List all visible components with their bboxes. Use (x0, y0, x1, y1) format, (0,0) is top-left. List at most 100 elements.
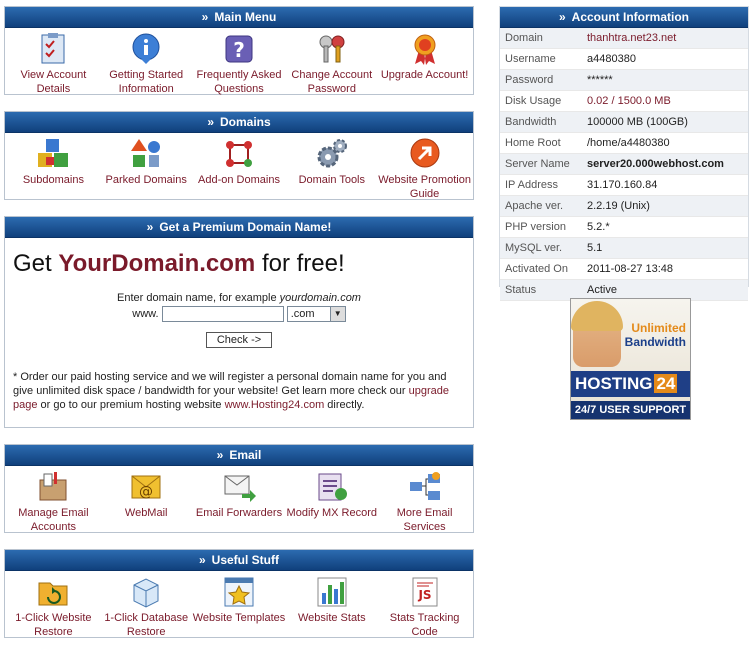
parked-domains-link[interactable]: Parked Domains (100, 137, 193, 201)
database-restore-link[interactable]: 1-Click Database Restore (100, 575, 193, 639)
account-value: 5.1 (587, 242, 603, 254)
manage-email-link[interactable]: Manage Email Accounts (7, 470, 100, 534)
bar-stats-icon (317, 577, 347, 607)
account-key: Server Name (505, 158, 570, 170)
template-star-icon (224, 577, 254, 607)
email-forwarders-link[interactable]: Email Forwarders (193, 470, 286, 534)
website-promotion-link[interactable]: Website Promotion Guide (378, 137, 471, 201)
question-icon: ? (225, 35, 253, 63)
account-row-php-version: PHP version 5.2.* (500, 217, 748, 238)
premium-headline: Get YourDomain.com for free! (13, 250, 345, 277)
ribbon-award-icon (414, 34, 436, 65)
website-stats-link[interactable]: Website Stats (285, 575, 378, 639)
account-row-mysql-ver: MySQL ver. 5.1 (500, 238, 748, 259)
addon-domains-link[interactable]: Add-on Domains (193, 137, 286, 201)
database-box-icon (133, 578, 159, 608)
premium-domain-header: » Get a Premium Domain Name! (5, 217, 473, 238)
email-header: » Email (5, 445, 473, 466)
keys-icon (319, 35, 345, 63)
account-value: 2.2.19 (Unix) (587, 200, 650, 212)
domain-tools-link[interactable]: Domain Tools (285, 137, 378, 201)
account-value: thanhtra.net23.net (587, 32, 677, 44)
website-templates-link[interactable]: Website Templates (193, 575, 286, 639)
account-value: Active (587, 284, 617, 296)
website-restore-link[interactable]: 1-Click Website Restore (7, 575, 100, 639)
account-value: ****** (587, 74, 613, 86)
at-envelope-icon: @ (131, 475, 161, 500)
js-code-icon: JS (412, 577, 438, 607)
tld-select[interactable]: .com ▼ (286, 306, 346, 323)
account-row-username: Username a4480380 (500, 49, 748, 70)
change-password-link[interactable]: Change Account Password (285, 32, 378, 96)
mail-services-icon (409, 472, 440, 500)
premium-domain-panel: » Get a Premium Domain Name! Get YourDoma… (4, 216, 474, 428)
arrow-circle-icon (410, 138, 440, 168)
main-menu-header: » Main Menu (5, 7, 473, 28)
account-key: Home Root (505, 137, 561, 149)
account-value: server20.000webhost.com (587, 158, 724, 170)
account-key: Activated On (505, 263, 568, 275)
account-value: 2011-08-27 13:48 (587, 263, 674, 275)
view-account-details-link[interactable]: View Account Details (7, 32, 100, 96)
check-button[interactable]: Check -> (205, 332, 273, 349)
getting-started-link[interactable]: Getting Started Information (100, 32, 193, 96)
webmail-link[interactable]: @ WebMail (100, 470, 193, 534)
account-key: Bandwidth (505, 116, 557, 128)
account-info-table: Domain thanhtra.net23.net Username a4480380… (500, 28, 748, 301)
account-row-apache-ver: Apache ver. 2.2.19 (Unix) (500, 196, 748, 217)
hosting24-banner[interactable]: Unlimited Bandwidth HOSTING 24 24/7 USER … (570, 298, 691, 420)
email-panel: » Email Manage Email Accounts @ WebMail E… (4, 444, 474, 533)
faq-link[interactable]: ? Frequently Asked Questions (193, 32, 286, 96)
domains-header: » Domains (5, 112, 473, 133)
account-row-ip-address: IP Address 31.170.160.84 (500, 175, 748, 196)
upgrade-account-link[interactable]: Upgrade Account! (378, 32, 471, 96)
account-row-disk-usage: Disk Usage 0.02 / 1500.0 MB (500, 91, 748, 112)
www-label: www. (132, 308, 159, 320)
account-row-domain: Domain thanhtra.net23.net (500, 28, 748, 49)
subdomains-link[interactable]: Subdomains (7, 137, 100, 201)
account-value: 31.170.160.84 (587, 179, 658, 191)
folder-restore-icon (38, 582, 68, 606)
stats-tracking-code-link[interactable]: JS Stats Tracking Code (378, 575, 471, 639)
account-key: Password (505, 74, 554, 86)
account-row-server-name: Server Name server20.000webhost.com (500, 154, 748, 175)
account-key: Apache ver. (505, 200, 564, 212)
modify-mx-link[interactable]: Modify MX Record (285, 470, 378, 534)
mailbox-icon (39, 472, 67, 501)
svg-text:@: @ (139, 484, 153, 500)
svg-text:JS: JS (417, 588, 431, 602)
account-key: Domain (505, 32, 543, 44)
info-icon (132, 33, 160, 64)
checklist-icon (41, 33, 65, 64)
account-row-home-root: Home Root/home/a4480380 (500, 133, 748, 154)
account-value: 0.02 / 1500.0 MB (587, 95, 671, 107)
banner-support: 24/7 USER SUPPORT (571, 401, 690, 419)
chevron-down-icon: ▼ (329, 307, 345, 322)
account-row-bandwidth: Bandwidth 100000 MB (100GB) (500, 112, 748, 133)
useful-stuff-panel: » Useful Stuff 1-Click Website Restore 1-… (4, 549, 474, 638)
main-menu-panel: » Main Menu View Account Details Getting … (4, 6, 474, 95)
domain-instruction: Enter domain name, for example yourdomai… (117, 292, 361, 304)
useful-stuff-header: » Useful Stuff (5, 550, 473, 571)
account-key: PHP version (505, 221, 566, 233)
domains-panel: » Domains Subdomains Parked Domains Add-o… (4, 111, 474, 200)
banner-line2: Bandwidth (624, 335, 686, 349)
account-value: /home/a4480380 (587, 137, 670, 149)
envelope-forward-icon (224, 475, 256, 502)
banner-brand: HOSTING 24 (571, 371, 690, 397)
more-email-services-link[interactable]: More Email Services (378, 470, 471, 534)
account-row-password: Password ****** (500, 70, 748, 91)
account-key: IP Address (505, 179, 558, 191)
account-value: 5.2.* (587, 221, 610, 233)
domain-search-form: Enter domain name, for example yourdomai… (5, 292, 473, 349)
domain-input[interactable] (161, 306, 284, 322)
gears-icon (317, 139, 347, 168)
account-info-panel: » Account Information Domain thanhtra.net2… (499, 6, 749, 301)
hosting24-link[interactable]: www.Hosting24.com (225, 399, 325, 411)
banner-line1: Unlimited (631, 321, 686, 335)
premium-note: * Order our paid hosting service and we … (13, 371, 449, 412)
cubes-icon (38, 139, 69, 167)
svg-text:?: ? (233, 38, 245, 62)
account-key: MySQL ver. (505, 242, 563, 254)
account-key: Disk Usage (505, 95, 562, 107)
